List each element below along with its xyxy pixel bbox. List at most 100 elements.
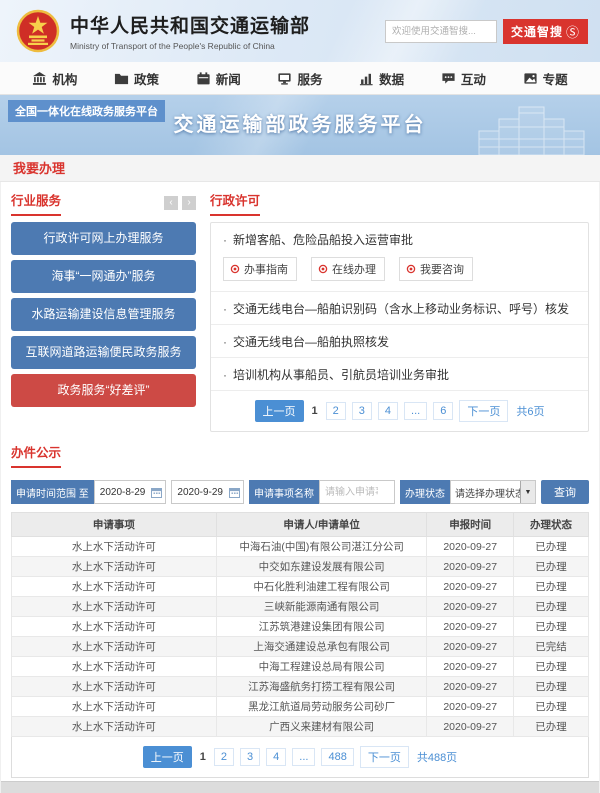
nav-item-news[interactable]: 新闻 <box>196 69 241 88</box>
nav-label: 机构 <box>52 69 77 88</box>
sidebar-item-road-transport[interactable]: 互联网道路运输便民政务服务 <box>11 336 196 369</box>
table-row: 水上水下活动许可江苏筑港建设集团有限公司2020-09-27已办理 <box>12 617 589 637</box>
cell-date: 2020-09-27 <box>427 577 514 597</box>
nav-item-data[interactable]: 数据 <box>359 69 404 88</box>
bullet: · <box>223 368 227 382</box>
cell-date: 2020-09-27 <box>427 657 514 677</box>
cell-item: 水上水下活动许可 <box>12 617 217 637</box>
content-area: 行业服务 ‹ › 行政许可网上办理服务 海事“一网通办”服务 水路运输建设信息管… <box>0 182 600 793</box>
list-item: · 交通无线电台—船舶执照核发 <box>211 324 588 357</box>
cell-item: 水上水下活动许可 <box>12 677 217 697</box>
col-header-item: 申请事项 <box>12 513 217 537</box>
cell-applicant: 广西义来建材有限公司 <box>216 717 427 737</box>
tab-public-list[interactable]: 办件公示 <box>11 442 61 468</box>
cell-item: 水上水下活动许可 <box>12 577 217 597</box>
cell-date: 2020-09-27 <box>427 677 514 697</box>
page-number[interactable]: 2 <box>326 402 346 420</box>
main-nav: 机构 政策 新闻 服务 数据 互动 专题 <box>0 62 600 95</box>
cell-date: 2020-09-27 <box>427 697 514 717</box>
cell-status: 已办理 <box>513 597 588 617</box>
next-page-button[interactable]: 下一页 <box>360 746 409 768</box>
online-handle-chip[interactable]: 在线办理 <box>311 257 385 281</box>
table-row: 水上水下活动许可中海石油(中国)有限公司湛江分公司2020-09-27已办理 <box>12 537 589 557</box>
page-number[interactable]: 488 <box>321 748 353 766</box>
prev-page-button[interactable]: 上一页 <box>143 746 192 768</box>
nav-item-services[interactable]: 服务 <box>277 69 322 88</box>
smart-search-button[interactable]: 交通智搜Ⓢ <box>503 19 588 44</box>
image-icon <box>523 71 538 86</box>
chat-icon <box>441 71 456 86</box>
sidebar-item-license-online[interactable]: 行政许可网上办理服务 <box>11 222 196 255</box>
license-item-title[interactable]: 交通无线电台—船舶识别码（含水上移动业务标识、呼号）核发 <box>233 302 569 316</box>
public-list-table: 申请事项 申请人/申请单位 申报时间 办理状态 水上水下活动许可中海石油(中国)… <box>11 512 589 737</box>
page-number[interactable]: 6 <box>433 402 453 420</box>
nav-item-policy[interactable]: 政策 <box>114 69 159 88</box>
chip-label: 我要咨询 <box>420 261 464 277</box>
cell-applicant: 三峡新能源南通有限公司 <box>216 597 427 617</box>
prev-page-button[interactable]: 上一页 <box>255 400 304 422</box>
table-row: 水上水下活动许可广西义来建材有限公司2020-09-27已办理 <box>12 717 589 737</box>
item-name-wrap <box>319 480 395 504</box>
page-number[interactable]: 4 <box>378 402 398 420</box>
footer-strip <box>1 781 599 793</box>
cell-item: 水上水下活动许可 <box>12 557 217 577</box>
carousel-next-icon[interactable]: › <box>182 196 196 210</box>
calendar-icon <box>196 71 211 86</box>
chip-label: 办事指南 <box>244 261 288 277</box>
consult-icon <box>406 264 416 274</box>
page-number-current[interactable]: 1 <box>310 403 320 419</box>
list-item: · 新增客船、危险品船投入运营审批 <box>211 223 588 255</box>
table-header-row: 申请事项 申请人/申请单位 申报时间 办理状态 <box>12 513 589 537</box>
cell-applicant: 中海石油(中国)有限公司湛江分公司 <box>216 537 427 557</box>
guide-chip[interactable]: 办事指南 <box>223 257 297 281</box>
page-number[interactable]: 2 <box>214 748 234 766</box>
date-from-wrap <box>94 480 167 504</box>
license-item-actions: 办事指南 在线办理 我要咨询 <box>211 255 588 291</box>
calendar-icon[interactable] <box>151 487 162 498</box>
nav-label: 数据 <box>379 69 404 88</box>
nav-label: 新闻 <box>216 69 241 88</box>
nav-item-orgs[interactable]: 机构 <box>32 69 77 88</box>
cell-applicant: 中交如东建设发展有限公司 <box>216 557 427 577</box>
tab-admin-license[interactable]: 行政许可 <box>210 190 260 216</box>
page-number[interactable]: 3 <box>352 402 372 420</box>
search-input[interactable] <box>385 20 497 43</box>
table-row: 水上水下活动许可中海工程建设总局有限公司2020-09-27已办理 <box>12 657 589 677</box>
nav-item-interact[interactable]: 互动 <box>441 69 486 88</box>
page-number[interactable]: 3 <box>240 748 260 766</box>
item-name-input[interactable] <box>320 481 394 503</box>
cell-status: 已办理 <box>513 657 588 677</box>
cell-applicant: 中石化胜利油建工程有限公司 <box>216 577 427 597</box>
calendar-icon[interactable] <box>229 487 240 498</box>
table-pagination-wrap: 上一页 1 2 3 4 ... 488 下一页 共488页 <box>11 737 589 778</box>
col-header-status: 办理状态 <box>513 513 588 537</box>
admin-license-panel: 行政许可 · 新增客船、危险品船投入运营审批 办事指南 在线办理 我要咨询 · 交通… <box>210 192 589 432</box>
site-header: 中华人民共和国交通运输部 Ministry of Transport of th… <box>0 0 600 62</box>
cell-status: 已办理 <box>513 717 588 737</box>
status-select[interactable]: 请选择办理状态 ▼ <box>450 480 536 504</box>
cell-status: 已完结 <box>513 637 588 657</box>
license-item-title[interactable]: 新增客船、危险品船投入运营审批 <box>233 233 413 247</box>
carousel-prev-icon[interactable]: ‹ <box>164 196 178 210</box>
service-platform-banner: 全国一体化在线政务服务平台 交通运输部政务服务平台 <box>0 95 600 155</box>
license-item-title[interactable]: 交通无线电台—船舶执照核发 <box>233 335 389 349</box>
sidebar-item-maritime-onestop[interactable]: 海事“一网通办”服务 <box>11 260 196 293</box>
date-range-label: 申请时间范围 至 <box>11 480 94 504</box>
next-page-button[interactable]: 下一页 <box>459 400 508 422</box>
bullet: · <box>223 233 227 247</box>
online-icon <box>318 264 328 274</box>
list-item: · 培训机构从事船员、引航员培训业务审批 <box>211 357 588 390</box>
table-row: 水上水下活动许可三峡新能源南通有限公司2020-09-27已办理 <box>12 597 589 617</box>
cell-item: 水上水下活动许可 <box>12 637 217 657</box>
nav-item-topics[interactable]: 专题 <box>523 69 568 88</box>
tab-industry-services[interactable]: 行业服务 <box>11 190 61 216</box>
cell-date: 2020-09-27 <box>427 557 514 577</box>
license-item-title[interactable]: 培训机构从事船员、引航员培训业务审批 <box>233 368 449 382</box>
sidebar-item-waterway-info[interactable]: 水路运输建设信息管理服务 <box>11 298 196 331</box>
bullet: · <box>223 335 227 349</box>
query-button[interactable]: 查询 <box>541 480 589 504</box>
page-number-current[interactable]: 1 <box>198 749 208 765</box>
consult-chip[interactable]: 我要咨询 <box>399 257 473 281</box>
page-number[interactable]: 4 <box>266 748 286 766</box>
sidebar-item-service-rating[interactable]: 政务服务“好差评” <box>11 374 196 407</box>
